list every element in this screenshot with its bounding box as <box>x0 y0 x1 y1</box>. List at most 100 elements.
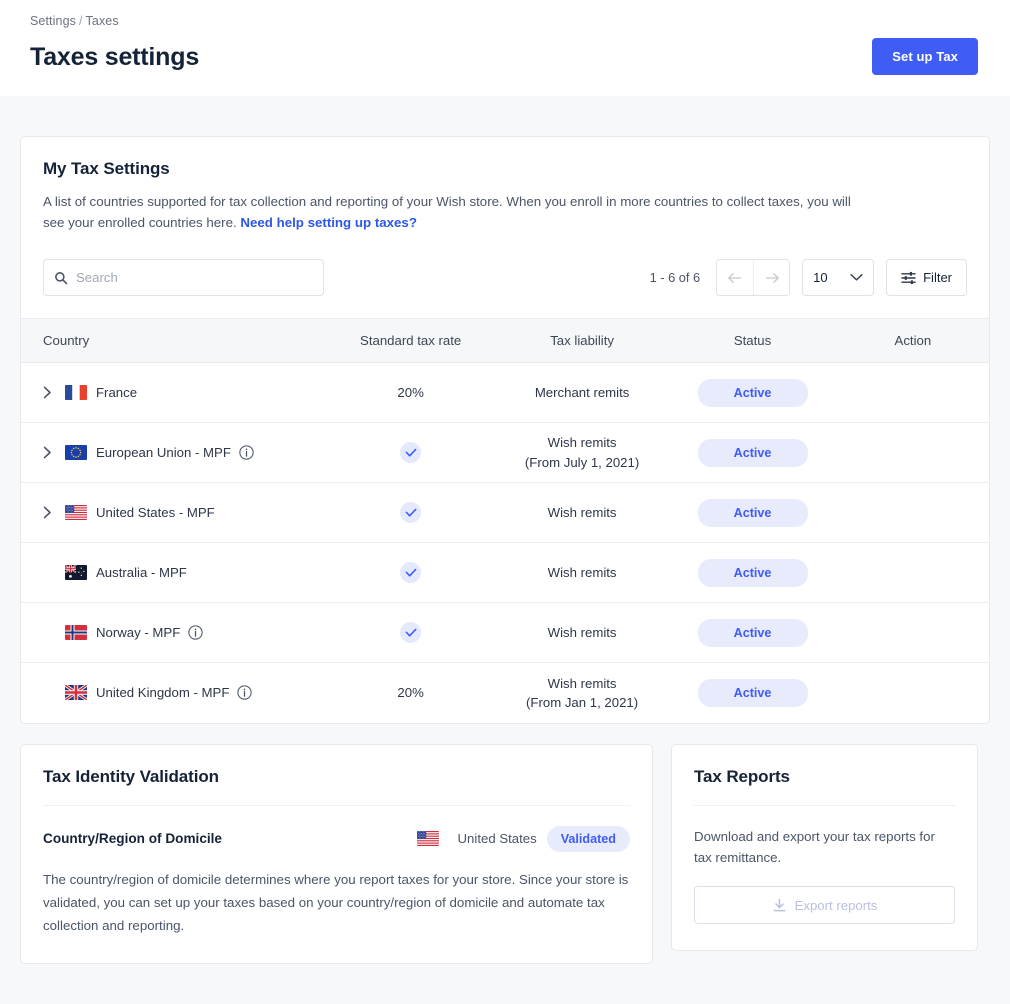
need-help-link[interactable]: Need help setting up taxes? <box>240 215 417 230</box>
check-circle <box>400 622 422 643</box>
chevron-down-icon <box>850 273 863 281</box>
table-header-row: Country Standard tax rate Tax liability … <box>21 318 989 363</box>
tax-rate-value: 20% <box>397 685 424 701</box>
table-row[interactable]: France 20% Merchant remits Active <box>21 362 989 423</box>
cell-tax-liability: Wish remits <box>495 602 669 663</box>
status-badge: Active <box>697 498 808 527</box>
country-cell: European Union - MPF <box>21 445 325 460</box>
au-flag-icon <box>65 565 87 580</box>
breadcrumb-separator: / <box>78 14 83 28</box>
table-row[interactable]: Australia - MPF Wish remits Active <box>21 542 989 603</box>
country-name: European Union - MPF <box>96 445 231 460</box>
cell-country: France <box>21 362 326 423</box>
cell-country: Norway - MPF <box>21 602 326 663</box>
column-header-status: Status <box>668 318 837 363</box>
page-header: Settings / Taxes Taxes settings Set up Tax <box>0 0 1010 96</box>
bottom-cards-row: Tax Identity Validation Country/Region o… <box>20 743 990 989</box>
check-icon <box>405 508 417 517</box>
expand-row-button[interactable] <box>43 506 65 519</box>
table-head: Country Standard tax rate Tax liability … <box>21 318 989 363</box>
cell-action <box>836 422 989 483</box>
chevron-right-icon <box>43 386 51 399</box>
export-reports-button[interactable]: Export reports <box>694 886 955 925</box>
country-info-icon[interactable] <box>239 445 254 460</box>
status-badge: Active <box>697 678 808 707</box>
check-icon <box>405 628 417 637</box>
breadcrumb-settings[interactable]: Settings <box>30 14 76 28</box>
expand-row-button[interactable] <box>43 446 65 459</box>
breadcrumb-taxes[interactable]: Taxes <box>86 14 119 28</box>
per-page-select[interactable]: 10 <box>802 259 875 296</box>
description-text: A list of countries supported for tax co… <box>43 194 851 230</box>
country-cell: United Kingdom - MPF <box>21 685 325 701</box>
tax-liability-value: Wish remits (From July 1, 2021) <box>496 433 668 471</box>
country-cell: France <box>21 385 325 400</box>
filter-button[interactable]: Filter <box>886 259 967 296</box>
cell-tax-liability: Wish remits <box>495 482 669 543</box>
tiv-divider <box>43 804 630 806</box>
cell-standard-tax-rate <box>325 542 496 603</box>
my-tax-settings-description: A list of countries supported for tax co… <box>43 191 873 233</box>
cell-action <box>836 542 989 603</box>
my-tax-settings-title: My Tax Settings <box>43 159 170 178</box>
country-cell: Australia - MPF <box>21 565 325 580</box>
chevron-right-icon <box>43 506 51 519</box>
country-name: United States - MPF <box>96 505 215 520</box>
domicile-label: Country/Region of Domicile <box>43 831 222 846</box>
tax-identity-validation-card: Tax Identity Validation Country/Region o… <box>20 743 653 965</box>
expand-row-button[interactable] <box>43 386 65 399</box>
cell-standard-tax-rate: 20% <box>325 362 496 423</box>
status-badge: Active <box>697 438 808 467</box>
column-header-standard-tax-rate: Standard tax rate <box>325 318 496 363</box>
search-input[interactable] <box>76 270 313 285</box>
cell-standard-tax-rate <box>325 422 496 483</box>
table-row[interactable]: European Union - MPF Wish remits (From Ju… <box>21 422 989 483</box>
country-info-icon[interactable] <box>237 685 253 700</box>
page-content: My Tax Settings A list of countries supp… <box>0 136 1010 988</box>
arrow-right-icon <box>765 272 779 283</box>
gb-flag-icon <box>65 685 87 701</box>
column-header-action: Action <box>836 318 989 363</box>
check-circle <box>400 502 422 523</box>
tax-reports-body: Download and export your tax reports for… <box>694 828 935 865</box>
cell-country: European Union - MPF <box>21 422 326 483</box>
table-body: France 20% Merchant remits Active European… <box>21 362 989 723</box>
country-cell: Norway - MPF <box>21 625 325 640</box>
my-tax-settings-header: My Tax Settings A list of countries supp… <box>21 137 989 233</box>
next-page-button[interactable] <box>753 260 790 295</box>
filter-icon <box>901 271 916 284</box>
cell-standard-tax-rate <box>325 482 496 543</box>
previous-page-button[interactable] <box>717 260 754 295</box>
country-info-icon[interactable] <box>188 625 203 640</box>
validated-status-badge: Validated <box>546 825 630 852</box>
cell-country: United Kingdom - MPF <box>21 663 325 723</box>
tax-settings-table: Country Standard tax rate Tax liability … <box>21 318 989 723</box>
cell-action <box>836 602 989 663</box>
tax-liability-value: Wish remits (From Jan 1, 2021) <box>496 674 668 712</box>
check-icon <box>405 448 417 457</box>
tax-identity-validation-body: The country/region of domicile determine… <box>43 871 629 934</box>
country-name: United Kingdom - MPF <box>96 685 230 701</box>
search-box[interactable] <box>43 259 324 296</box>
export-reports-label: Export reports <box>794 897 878 913</box>
set-up-tax-button[interactable]: Set up Tax <box>872 38 978 75</box>
filter-label: Filter <box>923 270 952 285</box>
download-icon <box>773 898 785 911</box>
arrow-left-icon <box>728 272 742 283</box>
tax-rate-value: 20% <box>397 385 424 400</box>
table-row[interactable]: United Kingdom - MPF 20% Wish remits (From… <box>21 663 989 723</box>
status-badge: Active <box>697 378 808 407</box>
table-row[interactable]: Norway - MPF Wish remits Active <box>21 602 989 663</box>
eu-flag-icon <box>65 445 87 460</box>
tax-liability-value: Wish remits <box>547 564 617 580</box>
us-flag-icon <box>416 831 439 846</box>
pagination-controls <box>716 259 791 296</box>
table-toolbar: 1 - 6 of 6 <box>21 233 989 318</box>
cell-status: Active <box>668 542 837 603</box>
per-page-value: 10 <box>813 270 828 285</box>
info-icon <box>239 445 254 460</box>
cell-tax-liability: Merchant remits <box>495 362 669 423</box>
cell-country: Australia - MPF <box>21 542 326 603</box>
table-row[interactable]: United States - MPF Wish remits Active <box>21 482 989 543</box>
tax-liability-sub: (From July 1, 2021) <box>524 454 640 470</box>
